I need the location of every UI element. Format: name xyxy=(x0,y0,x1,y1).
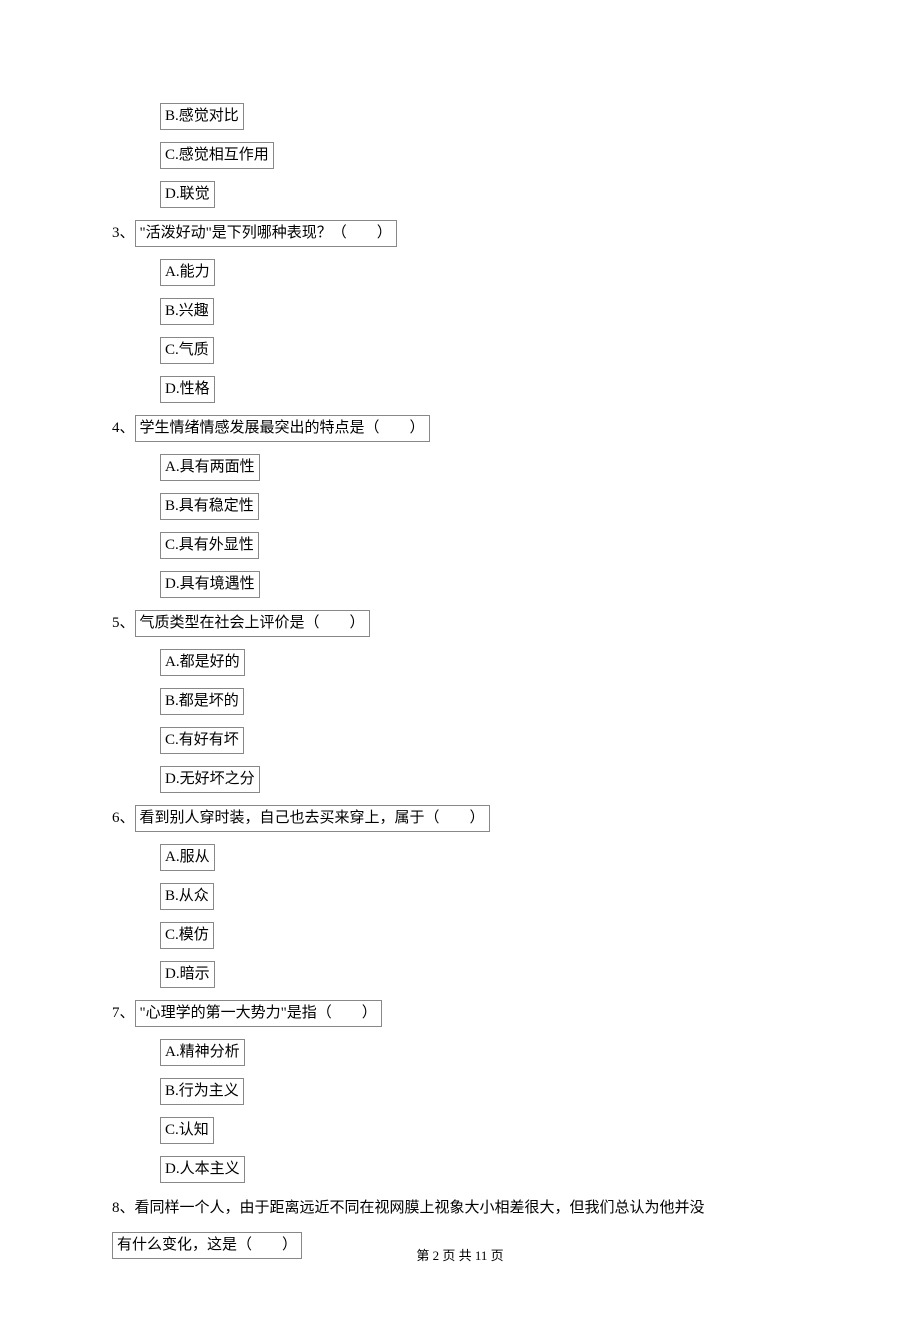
option-text: A.具有两面性 xyxy=(160,454,260,481)
question-8-line1: 8、看同样一个人，由于距离远近不同在视网膜上视象大小相差很大，但我们总认为他并没 xyxy=(112,1192,800,1225)
document-page: { "orphan_options": { "B": "B.感觉对比", "C"… xyxy=(0,0,920,1328)
option-4B: B.具有稳定性 xyxy=(160,490,800,523)
option-7C: C.认知 xyxy=(160,1114,800,1147)
option-3B: B.兴趣 xyxy=(160,295,800,328)
question-stem: 气质类型在社会上评价是（ ） xyxy=(135,610,370,637)
question-number: 7、 xyxy=(112,1005,135,1021)
question-stem: "活泼好动"是下列哪种表现？（ ） xyxy=(135,220,397,247)
option-5C: C.有好有坏 xyxy=(160,724,800,757)
option-text: B.兴趣 xyxy=(160,298,214,325)
option-orphan-D: D.联觉 xyxy=(160,178,800,211)
option-text: B.具有稳定性 xyxy=(160,493,259,520)
option-text: D.暗示 xyxy=(160,961,215,988)
option-3D: D.性格 xyxy=(160,373,800,406)
question-number: 8、 xyxy=(112,1200,135,1216)
option-text: B.行为主义 xyxy=(160,1078,244,1105)
option-text: C.气质 xyxy=(160,337,214,364)
question-number: 5、 xyxy=(112,615,135,631)
option-text: C.认知 xyxy=(160,1117,214,1144)
option-text: B.从众 xyxy=(160,883,214,910)
option-6D: D.暗示 xyxy=(160,958,800,991)
option-text: D.联觉 xyxy=(160,181,215,208)
option-3A: A.能力 xyxy=(160,256,800,289)
option-4D: D.具有境遇性 xyxy=(160,568,800,601)
option-3C: C.气质 xyxy=(160,334,800,367)
option-text: A.都是好的 xyxy=(160,649,245,676)
option-6B: B.从众 xyxy=(160,880,800,913)
option-text: A.服从 xyxy=(160,844,215,871)
option-7B: B.行为主义 xyxy=(160,1075,800,1108)
option-5D: D.无好坏之分 xyxy=(160,763,800,796)
page-number: 第 2 页 共 11 页 xyxy=(416,1248,503,1263)
question-stem: 看到别人穿时装，自己也去买来穿上，属于（ ） xyxy=(135,805,490,832)
question-number: 6、 xyxy=(112,810,135,826)
option-text: D.人本主义 xyxy=(160,1156,245,1183)
question-4: 4、学生情绪情感发展最突出的特点是（ ） xyxy=(112,412,800,445)
question-stem: "心理学的第一大势力"是指（ ） xyxy=(135,1000,382,1027)
option-text: A.精神分析 xyxy=(160,1039,245,1066)
option-7D: D.人本主义 xyxy=(160,1153,800,1186)
option-text: A.能力 xyxy=(160,259,215,286)
option-text: D.无好坏之分 xyxy=(160,766,260,793)
question-3: 3、"活泼好动"是下列哪种表现？（ ） xyxy=(112,217,800,250)
option-5B: B.都是坏的 xyxy=(160,685,800,718)
option-text: C.有好有坏 xyxy=(160,727,244,754)
option-text: D.具有境遇性 xyxy=(160,571,260,598)
question-number: 4、 xyxy=(112,420,135,436)
question-text-line1: 看同样一个人，由于距离远近不同在视网膜上视象大小相差很大，但我们总认为他并没 xyxy=(135,1200,705,1216)
question-7: 7、"心理学的第一大势力"是指（ ） xyxy=(112,997,800,1030)
option-orphan-B: B.感觉对比 xyxy=(160,100,800,133)
question-stem: 学生情绪情感发展最突出的特点是（ ） xyxy=(135,415,430,442)
option-orphan-C: C.感觉相互作用 xyxy=(160,139,800,172)
option-text: B.都是坏的 xyxy=(160,688,244,715)
question-number: 3、 xyxy=(112,225,135,241)
question-6: 6、看到别人穿时装，自己也去买来穿上，属于（ ） xyxy=(112,802,800,835)
question-5: 5、气质类型在社会上评价是（ ） xyxy=(112,607,800,640)
option-4C: C.具有外显性 xyxy=(160,529,800,562)
option-7A: A.精神分析 xyxy=(160,1036,800,1069)
option-4A: A.具有两面性 xyxy=(160,451,800,484)
page-footer: 第 2 页 共 11 页 xyxy=(0,1245,920,1264)
option-text: C.模仿 xyxy=(160,922,214,949)
option-text: B.感觉对比 xyxy=(160,103,244,130)
option-text: C.具有外显性 xyxy=(160,532,259,559)
option-6C: C.模仿 xyxy=(160,919,800,952)
option-text: D.性格 xyxy=(160,376,215,403)
option-text: C.感觉相互作用 xyxy=(160,142,274,169)
option-6A: A.服从 xyxy=(160,841,800,874)
option-5A: A.都是好的 xyxy=(160,646,800,679)
